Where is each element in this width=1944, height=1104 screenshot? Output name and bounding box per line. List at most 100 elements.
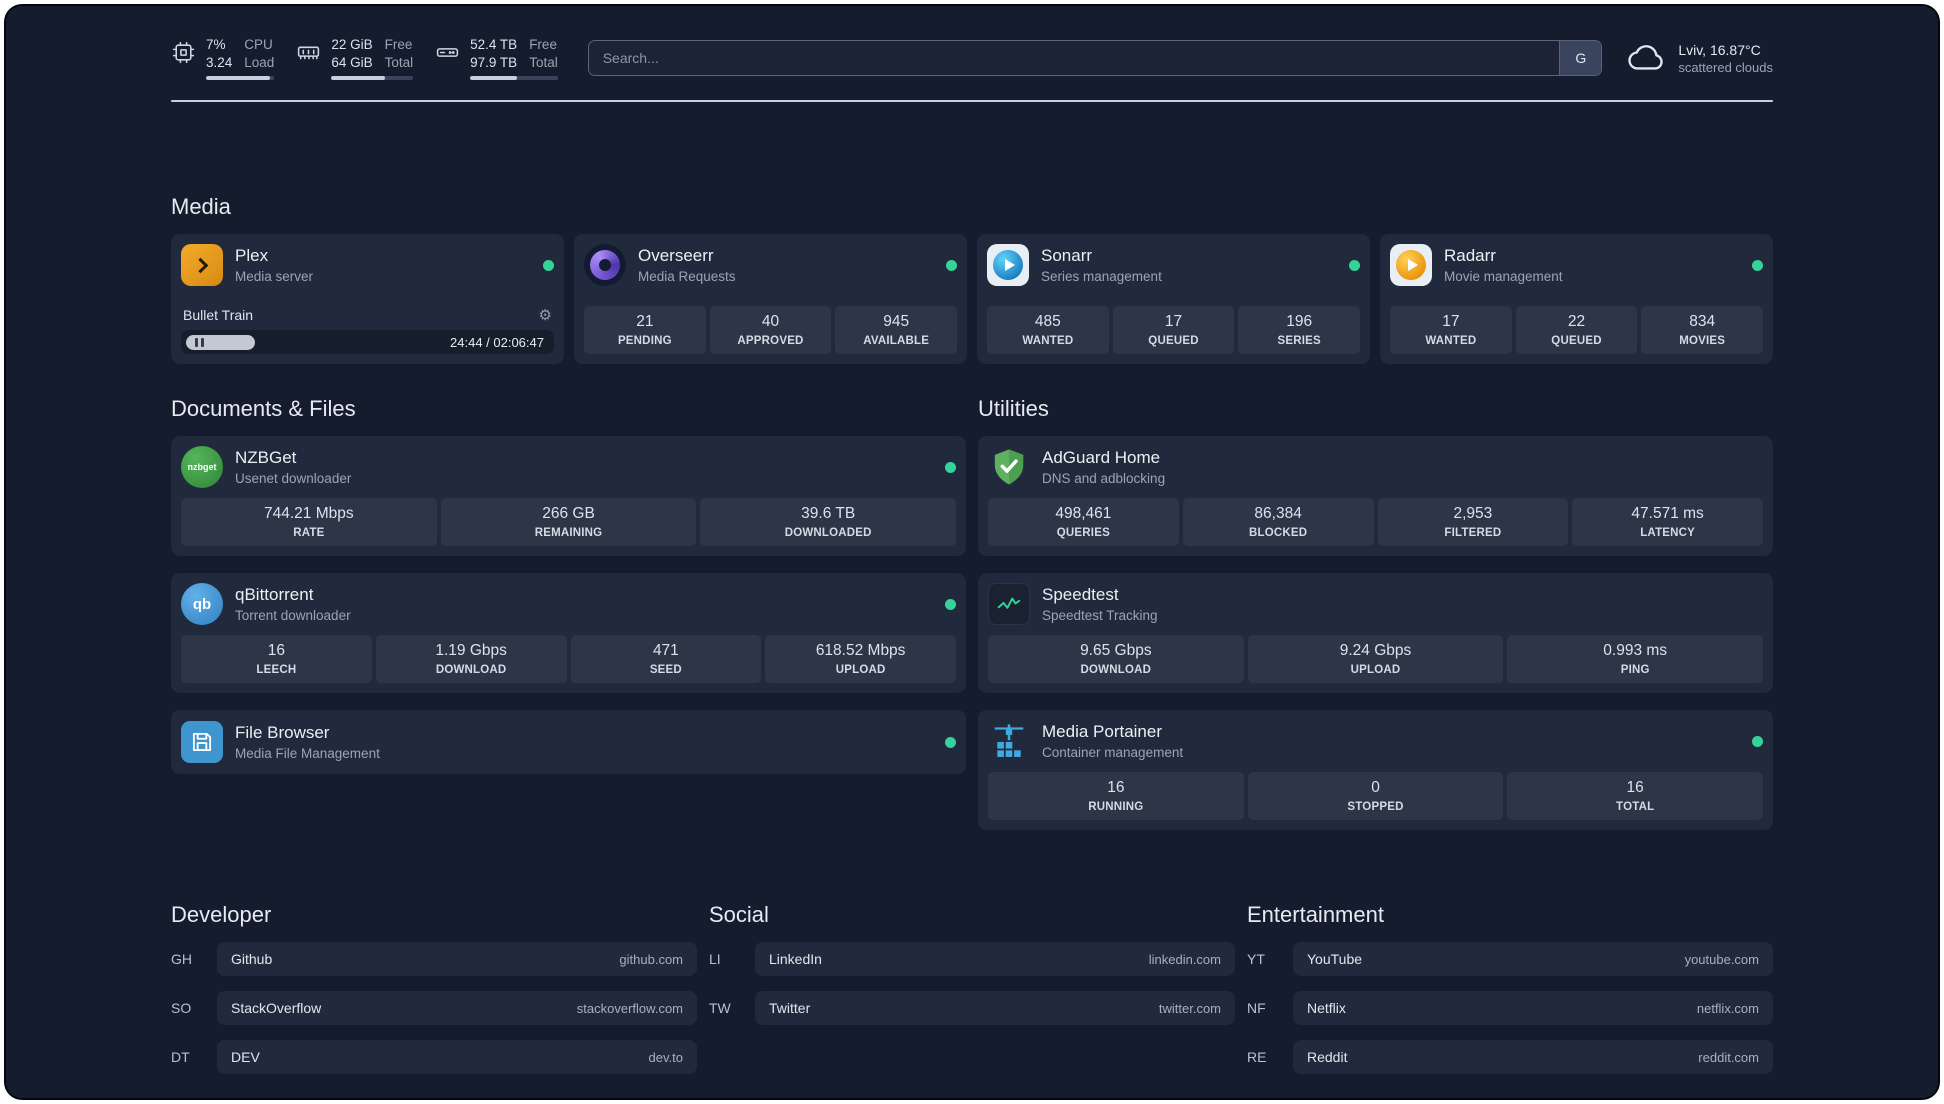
now-playing-title: Bullet Train [183,307,254,324]
weather-condition: scattered clouds [1678,59,1773,75]
stat-value: 485 [1034,313,1061,331]
app-name: Radarr [1444,246,1496,266]
card-plex[interactable]: Plex Media server Bullet Train ⚙ 24:44 /… [171,234,564,365]
stat-label: BLOCKED [1248,527,1308,540]
link-row: NF Netflix netflix.com [1247,991,1773,1026]
pause-icon[interactable] [195,337,204,347]
stat-value: 498,461 [1055,505,1112,523]
stat-queued: 17 QUEUED [1112,306,1235,355]
plex-now-playing: Bullet Train ⚙ 24:44 / 02:06:47 [181,307,554,355]
app-subtitle: DNS and adblocking [1042,471,1166,487]
stat-value: 834 [1689,313,1716,331]
stat-value: 744.21 Mbps [264,505,354,523]
sonarr-icon [987,244,1029,287]
speedtest-icon [988,583,1030,626]
search-bar: G [587,40,1603,77]
stat-value: 86,384 [1254,505,1302,523]
app-name: NZBGet [235,448,297,468]
link-linkedin[interactable]: LinkedIn linkedin.com [755,942,1235,977]
app-subtitle: Container management [1042,745,1184,761]
search-provider-button[interactable]: G [1559,41,1602,76]
stat-value: 2,953 [1453,505,1493,523]
card-adguard[interactable]: AdGuard Home DNS and adblocking 498,461 … [978,436,1773,557]
card-nzbget[interactable]: nzbget NZBGet Usenet downloader 744.21 M… [171,436,966,557]
app-name: Media Portainer [1042,722,1163,742]
stat-label: FILTERED [1444,527,1502,540]
card-filebrowser[interactable]: File Browser Media File Management [171,710,966,775]
ram-total: 64 GiB [331,54,373,70]
cpu-label: CPU [244,37,273,52]
card-qbittorrent[interactable]: qb qBittorrent Torrent downloader 16 LEE… [171,573,966,694]
stat-label: SEED [649,664,682,677]
link-stackoverflow[interactable]: StackOverflow stackoverflow.com [217,991,697,1026]
stat-label: WANTED [1022,335,1074,348]
link-name: Reddit [1307,1049,1348,1066]
link-abbr: RE [1247,1049,1267,1066]
stat-label: UPLOAD [835,664,886,677]
link-netflix[interactable]: Netflix netflix.com [1293,991,1773,1026]
stat-label: RUNNING [1088,801,1144,814]
status-dot [1752,735,1763,747]
link-dev[interactable]: DEV dev.to [217,1040,697,1075]
stat-remaining: 266 GB REMAINING [440,498,697,547]
stat-label: RATE [293,527,325,540]
stat-label: PENDING [617,335,672,348]
cloud-icon [1628,41,1666,76]
filebrowser-icon [181,721,223,764]
weather-location: Lviv, 16.87°C [1678,41,1761,58]
stat-download: 9.65 Gbps DOWNLOAD [988,635,1244,684]
link-reddit[interactable]: Reddit reddit.com [1293,1040,1773,1075]
app-subtitle: Usenet downloader [235,471,352,487]
stat-value: 16 [1626,779,1644,797]
stat-label: UPLOAD [1350,664,1401,677]
utilities-column: Utilities AdGuard Home DNS and adblockin… [978,396,1773,831]
card-sonarr[interactable]: Sonarr Series management 485 WANTED 17 Q… [977,234,1370,365]
disk-metric: 52.4 TB 97.9 TB Free Total [435,36,558,81]
card-radarr[interactable]: Radarr Movie management 17 WANTED 22 QUE… [1380,234,1773,365]
stat-movies: 834 MOVIES [1641,306,1764,355]
card-portainer[interactable]: Media Portainer Container management 16 … [978,710,1773,831]
stat-label: REMAINING [534,527,603,540]
stat-ping: 0.993 ms PING [1507,635,1764,684]
weather-text: Lviv, 16.87°C scattered clouds [1678,42,1773,75]
link-github[interactable]: Github github.com [217,942,697,977]
disk-icon [435,40,460,65]
link-url: twitter.com [1158,1000,1221,1016]
link-abbr: TW [709,1000,731,1017]
ram-metric-body: 22 GiB 64 GiB Free Total [331,36,414,81]
cpu-loadavg: 3.24 [206,54,233,70]
stat-latency: 47.571 ms LATENCY [1572,498,1763,547]
link-twitter[interactable]: Twitter twitter.com [755,991,1235,1026]
link-youtube[interactable]: YouTube youtube.com [1293,942,1773,977]
cpu-load-label: Load [244,54,275,70]
ram-metric: 22 GiB 64 GiB Free Total [296,36,414,81]
stat-label: MOVIES [1679,335,1726,348]
stat-value: 471 [652,642,679,660]
stat-wanted: 485 WANTED [987,306,1109,355]
nzbget-icon: nzbget [181,446,223,489]
section-title-social: Social [709,902,769,928]
card-overseerr[interactable]: Overseerr Media Requests 21 PENDING 40 A… [574,234,967,365]
playback-progress-fill [186,334,255,350]
app-name: Overseerr [638,246,714,266]
stat-label: QUERIES [1056,527,1110,540]
weather-widget[interactable]: Lviv, 16.87°C scattered clouds [1628,41,1773,76]
disk-metric-body: 52.4 TB 97.9 TB Free Total [470,36,558,81]
ram-bar [331,76,414,81]
card-speedtest[interactable]: Speedtest Speedtest Tracking 9.65 Gbps D… [978,573,1773,694]
stat-seed: 471 SEED [570,635,762,684]
stat-value: 196 [1286,313,1313,331]
stat-filtered: 2,953 FILTERED [1377,498,1569,547]
playback-progress-bar[interactable]: 24:44 / 02:06:47 [181,330,554,355]
stat-value: 17 [1164,313,1183,331]
stat-label: QUEUED [1148,335,1199,348]
section-title-documents: Documents & Files [171,396,356,422]
stat-value: 47.571 ms [1631,505,1704,523]
stat-label: LATENCY [1640,527,1696,540]
stat-value: 1.19 Gbps [435,642,507,660]
stat-value: 22 [1567,313,1586,331]
app-subtitle: Media File Management [235,746,380,762]
search-input[interactable] [588,41,1560,76]
gear-icon[interactable]: ⚙ [539,308,552,323]
cpu-usage: 7% [206,37,226,52]
